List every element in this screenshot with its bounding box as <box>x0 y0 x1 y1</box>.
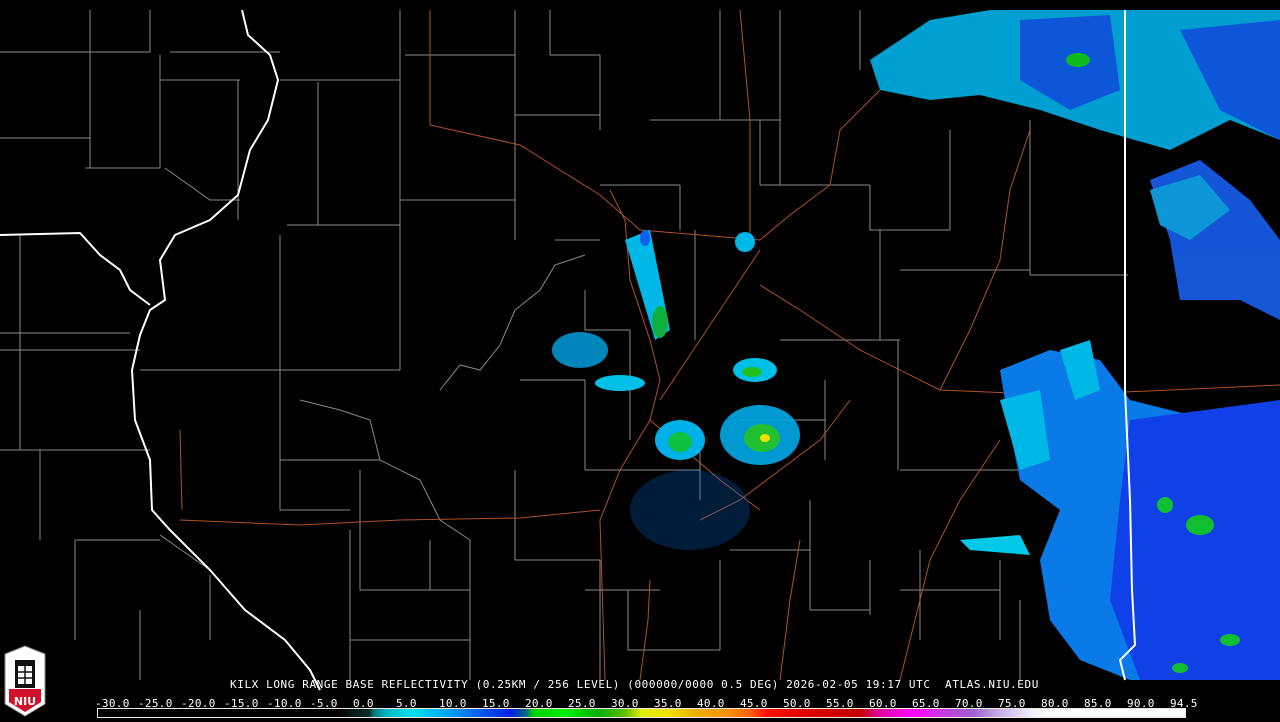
logo-text: NIU <box>14 695 36 708</box>
product-caption: KILX LONG RANGE BASE REFLECTIVITY (0.25K… <box>230 678 1039 691</box>
iowa-missouri-border <box>0 231 151 306</box>
echo-southeast <box>960 340 1280 680</box>
echo-central-ground-clutter <box>552 230 800 550</box>
niu-logo: NIU <box>3 644 47 718</box>
reflectivity-colorbar <box>97 708 1186 718</box>
echo-northeast <box>870 10 1280 320</box>
radar-map[interactable] <box>0 0 1280 720</box>
radar-echoes <box>552 10 1280 680</box>
